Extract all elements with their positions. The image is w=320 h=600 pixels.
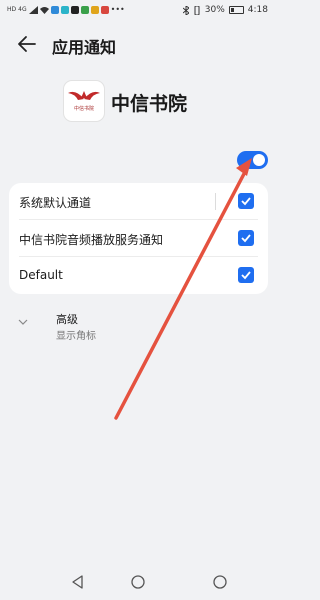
advanced-subtitle: 显示角标	[56, 331, 96, 342]
signal-icon	[28, 5, 38, 14]
channel-checkbox[interactable]	[238, 230, 254, 246]
app-name: 中信书院	[111, 93, 188, 115]
nav-home-icon[interactable]	[129, 573, 147, 591]
header: 应用通知	[0, 28, 277, 62]
nav-back-icon[interactable]	[69, 573, 87, 591]
app-notification-icon-2	[60, 5, 69, 14]
page-title: 应用通知	[52, 38, 117, 57]
wifi-icon	[39, 6, 49, 14]
battery-icon	[228, 6, 244, 14]
app-notification-icon-5	[90, 5, 99, 14]
checkmark-icon	[241, 197, 251, 206]
more-notifications-icon: •••	[110, 5, 125, 14]
chevron-down-icon	[18, 319, 28, 325]
status-left-icons: HD 4G •••	[7, 5, 125, 14]
nav-recents-icon[interactable]	[211, 573, 229, 591]
vibrate-icon	[194, 5, 200, 15]
app-notification-icon-6	[100, 5, 109, 14]
channel-row[interactable]: 中信书院音频播放服务通知	[9, 220, 268, 257]
channel-label: Default	[19, 268, 63, 282]
channel-row[interactable]: Default	[9, 257, 268, 294]
channel-label: 系统默认通道	[19, 196, 92, 210]
hd-badge: HD	[7, 6, 17, 13]
checkmark-icon	[241, 234, 251, 243]
app-notification-icon-3	[70, 5, 79, 14]
channel-row[interactable]: 系统默认通道	[9, 183, 268, 220]
bluetooth-icon	[182, 5, 189, 15]
app-logo-icon: 中信书院	[63, 80, 105, 122]
wings-logo-icon	[68, 91, 100, 100]
clock: 4:18	[247, 5, 268, 15]
toggle-knob	[253, 154, 265, 166]
channel-label: 中信书院音频播放服务通知	[19, 233, 164, 247]
checkmark-icon	[241, 271, 251, 280]
channel-checkbox[interactable]	[238, 267, 254, 283]
app-notification-icon-4	[80, 5, 89, 14]
advanced-title: 高级	[56, 313, 78, 326]
app-notification-icon-1	[50, 5, 59, 14]
channel-checkbox[interactable]	[238, 193, 254, 209]
network-4g-badge: 4G	[18, 6, 27, 13]
channel-list: 系统默认通道 中信书院音频播放服务通知 Default	[9, 183, 268, 294]
allow-notifications-toggle[interactable]	[237, 151, 268, 169]
app-logo-caption: 中信书院	[73, 106, 94, 112]
battery-percent: 30%	[204, 5, 225, 15]
navigation-bar	[0, 570, 277, 600]
row-divider	[215, 193, 216, 210]
back-arrow-icon[interactable]	[16, 33, 38, 55]
status-bar: HD 4G ••• 30% 4:18	[0, 0, 277, 22]
status-right-icons: 30% 4:18	[182, 5, 268, 15]
advanced-section[interactable]: 高级 显示角标	[0, 310, 277, 344]
